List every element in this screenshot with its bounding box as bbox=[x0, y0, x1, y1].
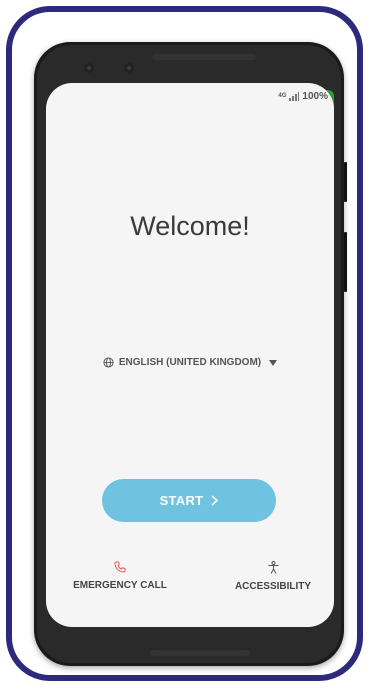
emergency-call-label: EMERGENCY CALL bbox=[73, 580, 167, 591]
signal-icon bbox=[289, 91, 300, 101]
phone-icon bbox=[114, 561, 126, 573]
language-label: ENGLISH (UNITED KINGDOM) bbox=[118, 357, 262, 368]
accessibility-label: ACCESSIBILITY bbox=[234, 581, 312, 592]
chevron-right-icon bbox=[211, 495, 219, 506]
start-button[interactable]: START bbox=[102, 479, 276, 522]
battery-level: 100% bbox=[302, 90, 328, 102]
volume-button bbox=[344, 162, 347, 202]
network-type: 4G bbox=[278, 93, 287, 99]
start-label: START bbox=[159, 493, 204, 508]
triangle-down-icon bbox=[269, 359, 278, 366]
earpiece-speaker bbox=[152, 54, 256, 60]
accessibility-button[interactable]: ACCESSIBILITY bbox=[220, 561, 326, 592]
bottom-speaker bbox=[150, 650, 250, 656]
emergency-call-button[interactable]: EMERGENCY CALL bbox=[68, 561, 172, 591]
language-selector[interactable]: ENGLISH (UNITED KINGDOM) bbox=[46, 357, 334, 368]
status-bar: 4G 100% bbox=[278, 83, 334, 105]
power-button bbox=[344, 232, 347, 292]
front-camera-icon bbox=[84, 63, 94, 73]
phone-screen: 4G 100% Welcome! ENGLISH (UNITED KINGDOM… bbox=[46, 83, 334, 627]
sensor-icon bbox=[124, 63, 134, 73]
welcome-title: Welcome! bbox=[130, 211, 250, 241]
accessibility-icon bbox=[268, 561, 278, 574]
globe-icon bbox=[103, 357, 114, 368]
